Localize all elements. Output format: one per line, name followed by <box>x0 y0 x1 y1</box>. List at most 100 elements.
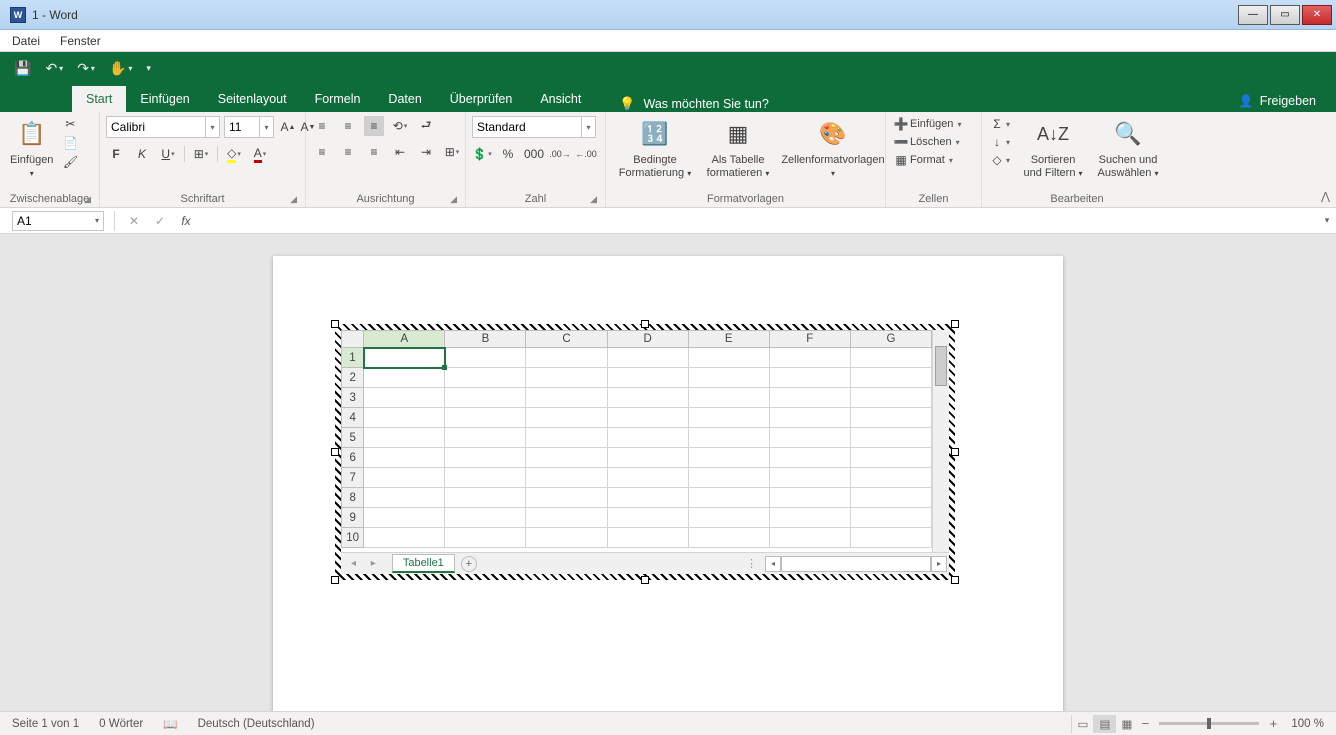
paste-button[interactable]: 📋 Einfügen▾ <box>6 116 57 181</box>
cell[interactable] <box>364 448 445 468</box>
font-dialog-launcher[interactable]: ◢ <box>290 194 297 205</box>
zoom-thumb[interactable] <box>1207 718 1211 729</box>
zoom-in-button[interactable]: + <box>1265 716 1281 731</box>
row-header[interactable]: 5 <box>342 428 364 448</box>
clear-button[interactable]: ◇▾ <box>988 152 1010 168</box>
cell[interactable] <box>445 468 526 488</box>
tell-me-search[interactable]: 💡 Was möchten Sie tun? <box>619 96 768 112</box>
increase-decimal-button[interactable]: .00→ <box>550 144 570 164</box>
cell[interactable] <box>364 468 445 488</box>
cut-icon[interactable]: ✂ <box>61 116 79 132</box>
cell[interactable] <box>445 408 526 428</box>
cells-delete-button[interactable]: ➖Löschen ▾ <box>892 134 960 150</box>
cell[interactable] <box>364 408 445 428</box>
cell[interactable] <box>850 408 931 428</box>
cell[interactable] <box>364 388 445 408</box>
resize-handle-bl[interactable] <box>331 576 339 584</box>
resize-handle-r[interactable] <box>951 448 959 456</box>
cell[interactable] <box>526 428 607 448</box>
wrap-text-button[interactable]: ⮐ <box>416 116 436 136</box>
cell-styles-button[interactable]: 🎨 Zellenformatvorlagen▾ <box>778 116 888 181</box>
column-header[interactable]: F <box>769 331 850 348</box>
increase-indent-icon[interactable]: ⇥ <box>416 142 436 162</box>
cell[interactable] <box>607 428 688 448</box>
cell[interactable] <box>607 468 688 488</box>
cell[interactable] <box>526 448 607 468</box>
insert-function-icon[interactable]: fx <box>173 211 199 231</box>
align-left-icon[interactable]: ≡ <box>312 142 332 162</box>
row-header[interactable]: 8 <box>342 488 364 508</box>
add-sheet-button[interactable]: + <box>461 556 477 572</box>
cell[interactable] <box>526 348 607 368</box>
cell[interactable] <box>769 468 850 488</box>
cell[interactable] <box>688 528 769 548</box>
align-middle-icon[interactable]: ≡ <box>338 116 358 136</box>
cell[interactable] <box>445 488 526 508</box>
sheet-tab-active[interactable]: Tabelle1 <box>392 554 455 573</box>
row-header[interactable]: 4 <box>342 408 364 428</box>
resize-handle-l[interactable] <box>331 448 339 456</box>
tab-review[interactable]: Überprüfen <box>436 86 527 112</box>
select-all-corner[interactable] <box>342 331 364 348</box>
cell[interactable] <box>607 348 688 368</box>
vertical-scrollbar[interactable] <box>932 330 949 552</box>
cell[interactable] <box>607 508 688 528</box>
language-indicator[interactable]: Deutsch (Deutschland) <box>198 718 315 730</box>
cell[interactable] <box>688 428 769 448</box>
merge-button[interactable]: ⊞▾ <box>442 142 462 162</box>
conditional-formatting-button[interactable]: 🔢 Bedingte Formatierung ▾ <box>612 116 698 181</box>
alignment-dialog-launcher[interactable]: ◢ <box>450 194 457 205</box>
name-box[interactable]: A1 ▾ <box>12 211 104 231</box>
border-button[interactable]: ⊞▾ <box>191 144 211 164</box>
horizontal-scrollbar[interactable]: ◂ ▸ <box>765 556 947 572</box>
cell[interactable] <box>688 348 769 368</box>
tab-layout[interactable]: Seitenlayout <box>204 86 301 112</box>
column-header[interactable]: A <box>364 331 445 348</box>
embedded-spreadsheet-object[interactable]: ABCDEFG12345678910 ◂ ▸ Tabelle1 + ⋮ ◂ <box>335 324 955 580</box>
redo-button[interactable]: ↷▾ <box>77 60 95 77</box>
resize-handle-tl[interactable] <box>331 320 339 328</box>
web-layout-icon[interactable]: ▦ <box>1115 715 1137 733</box>
cell[interactable] <box>526 528 607 548</box>
resize-handle-br[interactable] <box>951 576 959 584</box>
number-format-drop[interactable]: ▾ <box>582 116 596 138</box>
align-right-icon[interactable]: ≡ <box>364 142 384 162</box>
resize-handle-tr[interactable] <box>951 320 959 328</box>
print-layout-icon[interactable]: ▤ <box>1093 715 1115 733</box>
cell[interactable] <box>364 428 445 448</box>
row-header[interactable]: 1 <box>342 348 364 368</box>
cell[interactable] <box>769 488 850 508</box>
fill-button[interactable]: ↓▾ <box>988 134 1010 150</box>
cell[interactable] <box>445 428 526 448</box>
cells-insert-button[interactable]: ➕Einfügen ▾ <box>892 116 961 132</box>
row-header[interactable]: 7 <box>342 468 364 488</box>
name-box-drop[interactable]: ▾ <box>95 216 99 225</box>
sheet-tab-nav[interactable]: ◂ ▸ <box>341 558 392 569</box>
cell[interactable] <box>445 368 526 388</box>
cell[interactable] <box>526 508 607 528</box>
cell[interactable] <box>769 348 850 368</box>
cell[interactable] <box>445 448 526 468</box>
minimize-button[interactable]: — <box>1238 5 1268 25</box>
format-as-table-button[interactable]: ▦ Als Tabelle formatieren ▾ <box>698 116 778 181</box>
cell[interactable] <box>607 528 688 548</box>
decrease-indent-icon[interactable]: ⇤ <box>390 142 410 162</box>
cell[interactable] <box>526 488 607 508</box>
resize-handle-b[interactable] <box>641 576 649 584</box>
column-header[interactable]: G <box>850 331 931 348</box>
cell[interactable] <box>850 388 931 408</box>
font-color-button[interactable]: A▾ <box>250 144 270 164</box>
cell[interactable] <box>445 348 526 368</box>
zoom-out-button[interactable]: − <box>1137 716 1153 731</box>
cell[interactable] <box>850 448 931 468</box>
copy-icon[interactable]: 📄 <box>61 135 79 151</box>
word-count[interactable]: 0 Wörter <box>99 718 143 730</box>
menu-file[interactable]: Datei <box>12 34 40 48</box>
font-size-combo[interactable] <box>224 116 260 138</box>
hscroll-track[interactable] <box>781 556 931 572</box>
cell[interactable] <box>688 468 769 488</box>
percent-format-button[interactable]: % <box>498 144 518 164</box>
cell[interactable] <box>364 348 445 368</box>
cell[interactable] <box>850 508 931 528</box>
touch-mode-button[interactable]: ✋▾ <box>109 60 132 77</box>
